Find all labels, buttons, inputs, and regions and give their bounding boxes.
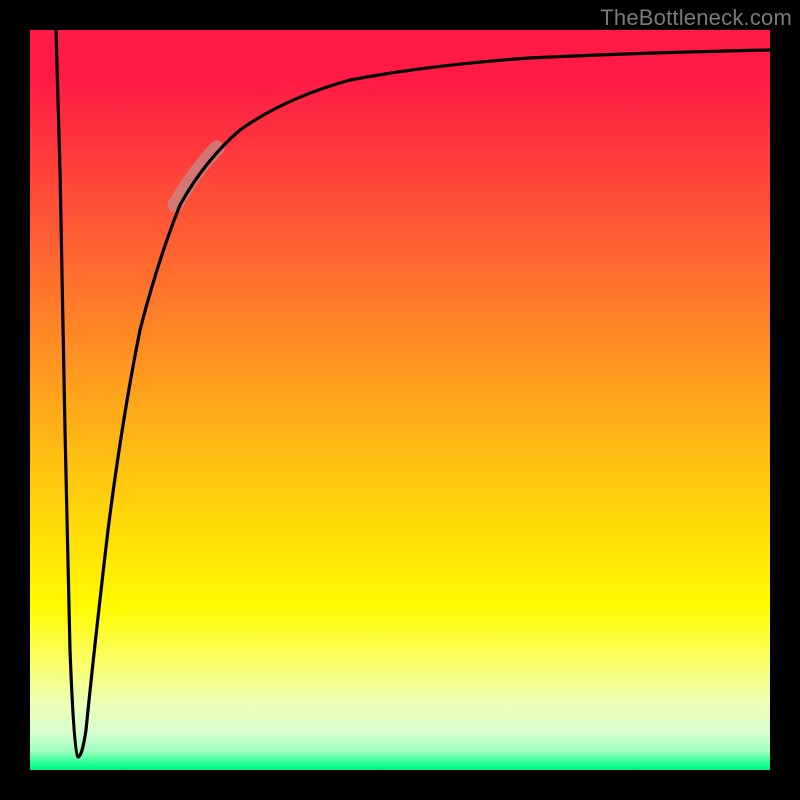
chart-curve-layer xyxy=(30,30,770,770)
chart-plot-area xyxy=(30,30,770,770)
chart-frame: TheBottleneck.com xyxy=(0,0,800,800)
watermark-text: TheBottleneck.com xyxy=(600,5,792,31)
curve-main xyxy=(56,30,770,757)
